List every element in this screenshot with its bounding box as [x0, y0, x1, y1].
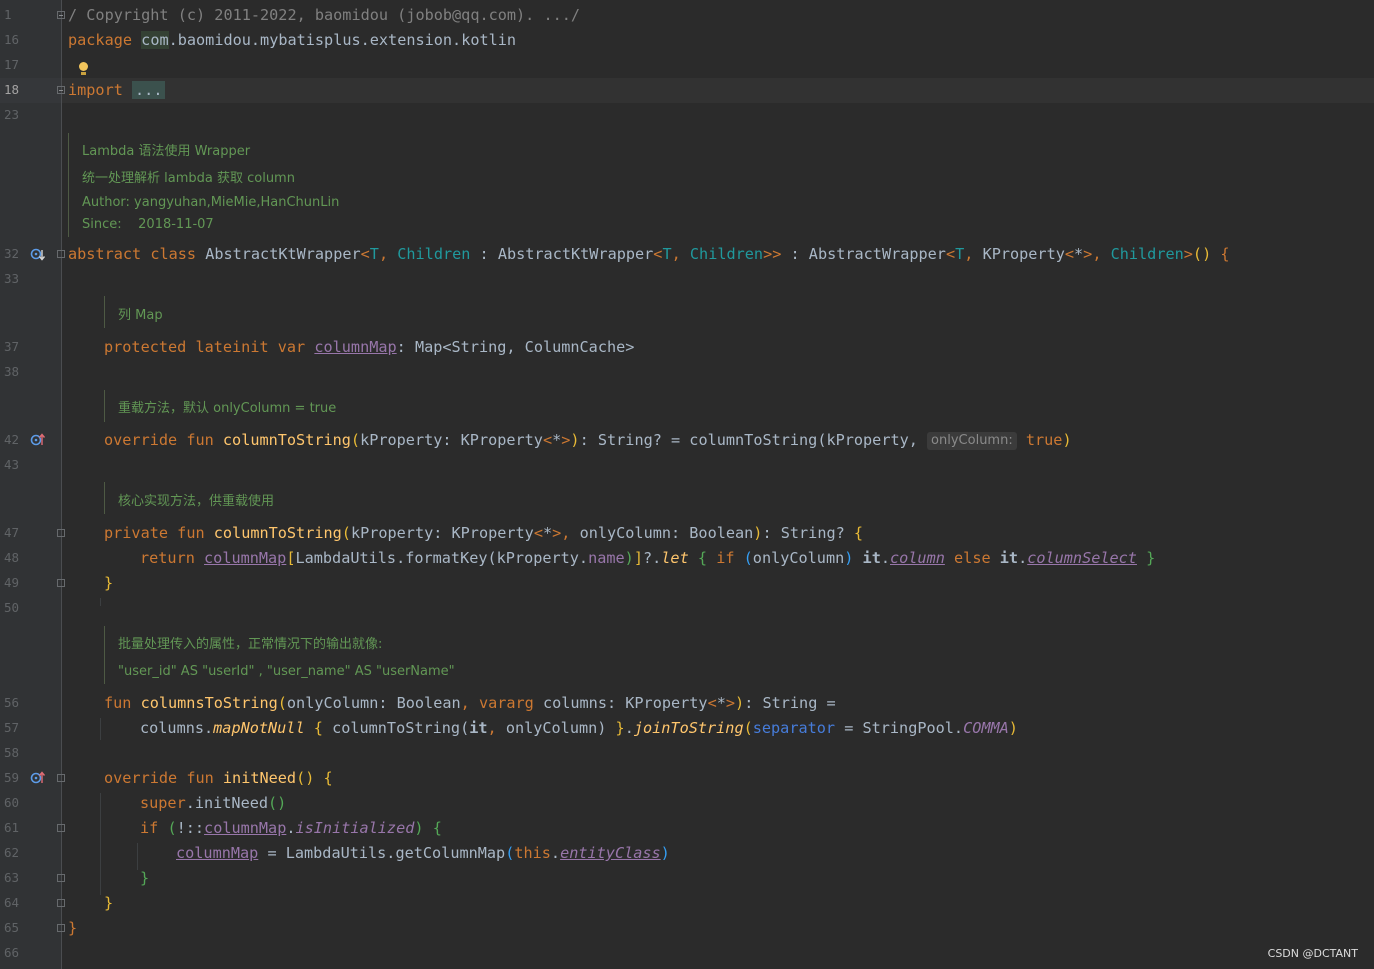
line-number: 32: [4, 246, 20, 261]
code-editor[interactable]: 1 16 17 18 23 32 33 37 38 42 43 47 48 49…: [0, 0, 1374, 969]
watermark: CSDN @DCTANT: [1267, 947, 1358, 960]
closing-brace: }: [68, 919, 78, 937]
closing-brace: }: [104, 894, 114, 912]
init-need-function[interactable]: override fun initNeed() {: [104, 768, 333, 788]
line-number: 1: [4, 7, 12, 22]
line-number: 49: [4, 575, 20, 590]
doc-text: Lambda 语法使用 Wrapper: [82, 144, 251, 159]
fold-marker-icon[interactable]: [57, 11, 65, 19]
line-number-current: 18: [4, 82, 20, 97]
line-number: 61: [4, 820, 20, 835]
fold-marker-icon[interactable]: [57, 250, 65, 258]
return-statement[interactable]: return columnMap[LambdaUtils.formatKey(k…: [140, 548, 1155, 568]
line-number: 56: [4, 695, 20, 710]
fold-marker-icon[interactable]: [57, 529, 65, 537]
package-line[interactable]: package com.baomidou.mybatisplus.extensi…: [68, 30, 516, 50]
columns-map-expression[interactable]: columns.mapNotNull { columnToString(it, …: [140, 718, 1018, 738]
import-line[interactable]: import ...: [68, 80, 166, 100]
line-number: 43: [4, 457, 20, 472]
column-map-assignment[interactable]: columnMap = LambdaUtils.getColumnMap(thi…: [176, 843, 670, 863]
line-number: 59: [4, 770, 20, 785]
package-name: .baomidou.mybatisplus.extension.kotlin: [168, 31, 517, 49]
indent-guide: [100, 598, 101, 606]
doc-text: 重载方法，默认 onlyColumn = true: [118, 401, 337, 416]
doc-bar: [68, 133, 69, 237]
doc-bar: [104, 482, 105, 514]
parameter-hint: onlyColumn:: [927, 432, 1017, 450]
doc-text: 批量处理传入的属性，正常情况下的输出就像:: [118, 637, 383, 652]
lightbulb-icon[interactable]: [76, 61, 90, 77]
implemented-down-icon[interactable]: [30, 247, 46, 263]
line-number: 47: [4, 525, 20, 540]
indent-guide: [137, 843, 138, 870]
fold-marker-icon[interactable]: [57, 579, 65, 587]
doc-bar: [104, 626, 105, 684]
doc-bar: [104, 296, 105, 328]
columns-to-string-function[interactable]: fun columnsToString(onlyColumn: Boolean,…: [104, 693, 836, 713]
fold-marker-icon[interactable]: [57, 774, 65, 782]
package-keyword: package: [68, 31, 133, 49]
line-number: 37: [4, 339, 20, 354]
fold-marker-icon[interactable]: [57, 924, 65, 932]
indent-guide: [100, 793, 101, 895]
column-map-declaration[interactable]: protected lateinit var columnMap: Map<St…: [104, 337, 634, 357]
doc-text: Since: 2018-11-07: [82, 217, 214, 232]
line-number: 42: [4, 432, 20, 447]
private-function[interactable]: private fun columnToString(kProperty: KP…: [104, 523, 863, 543]
folded-imports[interactable]: ...: [132, 81, 166, 99]
line-number: 33: [4, 271, 20, 286]
line-number: 57: [4, 720, 20, 735]
line-number: 17: [4, 57, 20, 72]
copyright-comment[interactable]: / Copyright (c) 2011-2022, baomidou (job…: [68, 5, 580, 25]
fold-marker-icon[interactable]: [57, 874, 65, 882]
line-number: 65: [4, 920, 20, 935]
line-number: 62: [4, 845, 20, 860]
overrides-up-icon[interactable]: [30, 432, 46, 448]
indent-guide: [100, 718, 101, 740]
package-segment: com: [141, 31, 169, 49]
override-function[interactable]: override fun columnToString(kProperty: K…: [104, 430, 1072, 450]
line-number: 50: [4, 600, 20, 615]
fold-marker-icon[interactable]: [57, 824, 65, 832]
doc-text: 统一处理解析 lambda 获取 column: [82, 171, 295, 186]
line-number: 66: [4, 945, 20, 960]
doc-text: Author: yangyuhan,MieMie,HanChunLin: [82, 195, 340, 210]
current-line-highlight: [0, 78, 1374, 103]
doc-text: 列 Map: [118, 308, 163, 323]
fold-marker-icon[interactable]: [57, 899, 65, 907]
line-number: 58: [4, 745, 20, 760]
line-number: 16: [4, 32, 20, 47]
doc-bar: [104, 390, 105, 422]
line-number: 63: [4, 870, 20, 885]
line-number: 64: [4, 895, 20, 910]
closing-brace: }: [104, 574, 114, 592]
line-number: 23: [4, 107, 20, 122]
class-declaration[interactable]: abstract class AbstractKtWrapper<T, Chil…: [68, 244, 1230, 264]
doc-text: "user_id" AS "userId" , "user_name" AS "…: [118, 664, 455, 679]
doc-text: 核心实现方法，供重载使用: [118, 494, 275, 509]
if-statement[interactable]: if (!::columnMap.isInitialized) {: [140, 818, 442, 838]
super-call[interactable]: super.initNeed(): [140, 793, 286, 813]
line-number: 48: [4, 550, 20, 565]
line-number: 38: [4, 364, 20, 379]
line-number: 60: [4, 795, 20, 810]
import-keyword: import: [68, 81, 123, 99]
closing-brace: }: [140, 869, 150, 887]
fold-marker-icon[interactable]: [57, 86, 65, 94]
overrides-up-icon[interactable]: [30, 770, 46, 786]
